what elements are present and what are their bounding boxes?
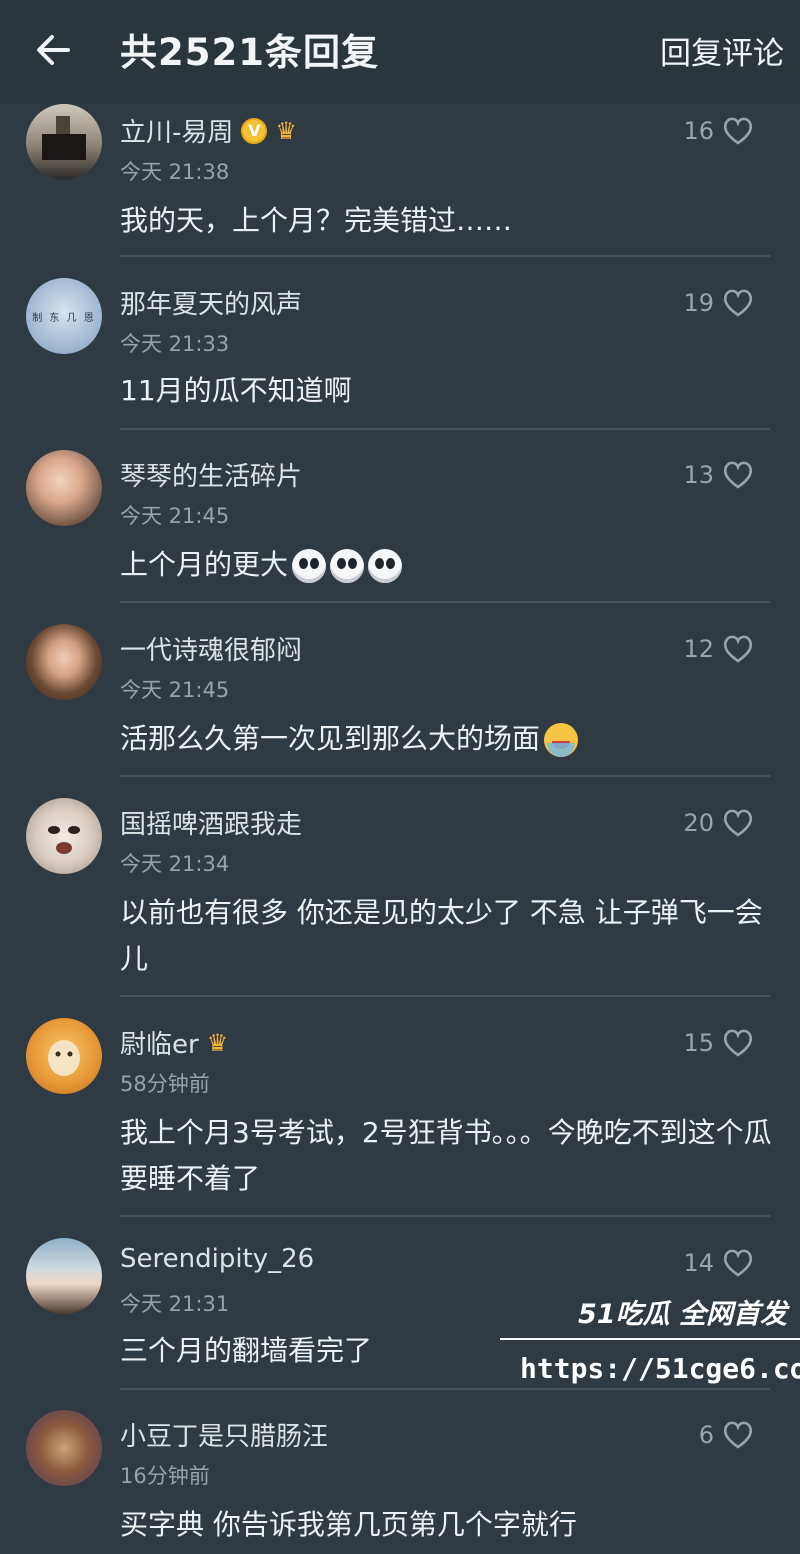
like-button[interactable]: 15 [683, 1028, 754, 1058]
like-button[interactable]: 20 [683, 808, 754, 838]
heart-outline-icon [723, 1029, 753, 1057]
username[interactable]: 小豆丁是只腊肠汪 [120, 1416, 328, 1453]
comment-text: 11月的瓜不知道啊 [120, 368, 775, 414]
like-count: 16 [683, 117, 714, 145]
heart-outline-icon [723, 635, 753, 663]
divider [120, 428, 770, 430]
comment-text: 买字典 你告诉我第几页第几个字就行 [120, 1502, 775, 1548]
heart-outline-icon [723, 289, 753, 317]
divider [120, 1215, 770, 1217]
like-button[interactable]: 12 [683, 634, 754, 664]
like-button[interactable]: 14 [683, 1248, 754, 1278]
avatar[interactable] [26, 798, 102, 874]
username-text: 一代诗魂很郁闷 [120, 636, 303, 666]
username-text: 小豆丁是只腊肠汪 [120, 1422, 329, 1452]
reply-comment-button[interactable]: 回复评论 [660, 28, 784, 73]
heart-outline-icon [723, 117, 753, 145]
heart-outline-icon [723, 461, 753, 489]
username-text: 那年夏天的风声 [120, 290, 303, 320]
ghost-emoji-icon [292, 549, 327, 583]
watermark: 51吃瓜 全网首发 https://51cge6.com [500, 1292, 800, 1392]
divider [120, 995, 770, 997]
like-button[interactable]: 13 [683, 460, 754, 490]
timestamp: 今天 21:33 [120, 332, 230, 356]
page-title: 共2521条回复 [120, 31, 379, 74]
crown-badge-icon: ♛ [206, 1028, 229, 1057]
username-text: 国摇啤酒跟我走 [120, 810, 303, 840]
heart-outline-icon [723, 809, 753, 837]
comment-text-content: 以前也有很多 你还是见的太少了 不急 让子弹飞一会儿 [120, 896, 763, 975]
timestamp: 今天 21:34 [120, 852, 230, 876]
like-button[interactable]: 16 [683, 116, 754, 146]
like-count: 15 [683, 1029, 714, 1057]
comment-text-content: 11月的瓜不知道啊 [120, 374, 352, 407]
avatar[interactable] [26, 450, 102, 526]
like-count: 20 [683, 809, 714, 837]
avatar[interactable] [26, 1410, 102, 1486]
divider [120, 775, 770, 777]
username[interactable]: Serendipity_26 [120, 1244, 314, 1274]
watermark-tagline: 51吃瓜 全网首发 [578, 1299, 787, 1330]
username[interactable]: 国摇啤酒跟我走 [120, 804, 302, 841]
timestamp: 今天 21:45 [120, 504, 230, 528]
comment-text-content: 上个月的更大 [120, 548, 289, 581]
divider [120, 601, 770, 603]
crown-badge-icon: ♛ [275, 116, 297, 145]
ghost-emoji-icon [330, 549, 365, 583]
timestamp: 58分钟前 [120, 1072, 210, 1096]
username[interactable]: 一代诗魂很郁闷 [120, 630, 302, 667]
avatar[interactable] [26, 1018, 102, 1094]
comment-text-content: 三个月的翻墙看完了 [120, 1334, 373, 1367]
watermark-line [500, 1338, 800, 1340]
like-button[interactable]: 19 [683, 288, 754, 318]
comment-text: 上个月的更大 [120, 542, 775, 588]
heart-outline-icon [723, 1249, 753, 1277]
crying-emoji-icon [544, 723, 579, 757]
timestamp: 今天 21:38 [120, 160, 230, 184]
username[interactable]: 立川-易周 V ♛ [120, 112, 297, 149]
heart-outline-icon [723, 1421, 753, 1449]
avatar[interactable] [26, 624, 102, 700]
timestamp: 今天 21:31 [120, 1292, 230, 1316]
like-count: 14 [683, 1249, 714, 1277]
comment-text-content: 买字典 你告诉我第几页第几个字就行 [120, 1508, 577, 1541]
back-arrow-icon[interactable] [30, 26, 78, 74]
avatar[interactable] [26, 1238, 102, 1314]
username-text: 立川-易周 [120, 118, 234, 148]
avatar-caption: 制 东 几 恩 [32, 312, 96, 324]
comment-text: 我的天，上个月？完美错过…… [120, 198, 775, 244]
comment-text-content: 活那么久第一次见到那么大的场面 [120, 722, 541, 755]
username[interactable]: 那年夏天的风声 [120, 284, 302, 321]
username-text: Serendipity_26 [120, 1244, 315, 1274]
avatar[interactable]: 制 东 几 恩 [26, 278, 102, 354]
username[interactable]: 琴琴的生活碎片 [120, 456, 302, 493]
comment-text: 活那么久第一次见到那么大的场面 [120, 716, 775, 762]
comment-text-content: 我的天，上个月？完美错过…… [120, 204, 513, 237]
like-count: 6 [698, 1421, 714, 1449]
like-count: 13 [683, 461, 714, 489]
top-bar: 共2521条回复 回复评论 [0, 0, 800, 104]
divider [120, 255, 770, 257]
like-count: 12 [683, 635, 714, 663]
avatar[interactable] [26, 104, 102, 180]
like-button[interactable]: 6 [699, 1420, 754, 1450]
ghost-emoji-icon [368, 549, 403, 583]
like-count: 19 [683, 289, 714, 317]
comment-text: 以前也有很多 你还是见的太少了 不急 让子弹飞一会儿 [120, 890, 775, 982]
watermark-url: https://51cge6.com [520, 1352, 800, 1385]
username-text: 尉临er [120, 1030, 199, 1060]
timestamp: 今天 21:45 [120, 678, 230, 702]
username-text: 琴琴的生活碎片 [120, 462, 303, 492]
verified-badge-icon: V [241, 117, 268, 144]
timestamp: 16分钟前 [120, 1464, 210, 1488]
comment-text: 我上个月3号考试，2号狂背书。。。今晚吃不到这个瓜要睡不着了 [120, 1110, 775, 1202]
username[interactable]: 尉临er ♛ [120, 1024, 228, 1061]
comment-text-content: 我上个月3号考试，2号狂背书。。。今晚吃不到这个瓜要睡不着了 [120, 1116, 772, 1195]
